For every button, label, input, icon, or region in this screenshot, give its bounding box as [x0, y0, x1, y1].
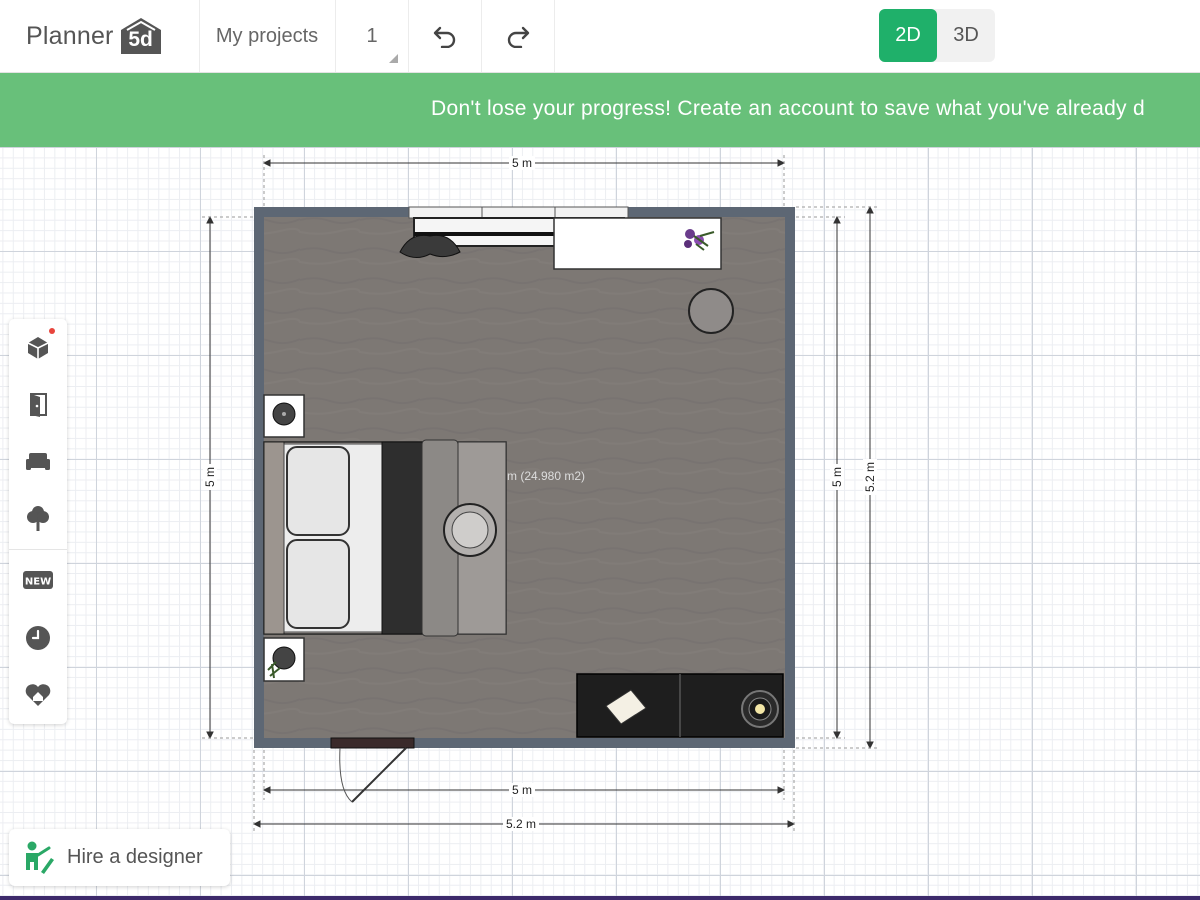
view-3d-button[interactable]: 3D [937, 9, 995, 62]
exterior-button[interactable] [9, 490, 67, 546]
banner-text: Don't lose your progress! Create an acco… [431, 97, 1145, 120]
new-items-button[interactable]: NEW [9, 552, 67, 608]
dimension-top: 5 m [509, 156, 536, 170]
bottom-edge-bar [0, 896, 1200, 900]
notification-dot [49, 328, 55, 334]
view-mode-toggle: 2D 3D [879, 9, 995, 62]
furniture-button[interactable] [9, 433, 67, 489]
level-value: 1 [366, 24, 378, 47]
door-icon [30, 393, 47, 417]
new-badge-icon: NEW [23, 571, 53, 589]
my-projects-label: My projects [215, 24, 319, 47]
dimension-left: 5 m [203, 463, 218, 491]
dimension-bottom-inner: 5 m [509, 783, 536, 797]
logo-text: Planner [26, 21, 114, 50]
undo-icon [433, 26, 456, 48]
divider [554, 0, 555, 72]
recent-button[interactable] [9, 610, 67, 666]
svg-text:NEW: NEW [25, 577, 51, 588]
top-toolbar: Planner 5d My projects 1 2D 3D [0, 0, 1200, 73]
designer-icon [26, 841, 54, 874]
dimension-bottom-outer: 5.2 m [503, 817, 540, 831]
heart-home-icon [25, 684, 51, 706]
furniture-icon [26, 453, 50, 470]
save-progress-banner[interactable]: Don't lose your progress! Create an acco… [0, 73, 1200, 147]
logo-badge: 5d [119, 16, 163, 56]
construction-icon [27, 337, 49, 359]
my-projects-button[interactable]: My projects [199, 0, 335, 72]
construction-button[interactable] [9, 319, 67, 375]
floorplan-canvas[interactable] [0, 147, 1200, 897]
clock-icon [26, 626, 50, 650]
hire-designer-label: Hire a designer [67, 846, 203, 868]
undo-button[interactable] [409, 0, 481, 72]
redo-icon [507, 26, 530, 48]
level-selector[interactable]: 1 [336, 0, 408, 72]
planner5d-logo[interactable]: Planner 5d [26, 14, 163, 58]
view-2d-button[interactable]: 2D [879, 9, 937, 62]
dimension-right-outer: 5.2 m [863, 458, 878, 496]
dimension-right-inner: 5 m [830, 463, 845, 491]
tree-icon [27, 506, 49, 531]
doors-windows-button[interactable] [9, 376, 67, 432]
redo-button[interactable] [482, 0, 554, 72]
left-tool-panel: NEW [9, 319, 67, 724]
divider [9, 549, 67, 550]
dropdown-corner-icon [389, 54, 398, 63]
hire-designer-button[interactable]: Hire a designer [9, 829, 230, 886]
room-area-label: m (24.980 m2) [507, 469, 586, 483]
favorites-button[interactable] [9, 667, 67, 723]
